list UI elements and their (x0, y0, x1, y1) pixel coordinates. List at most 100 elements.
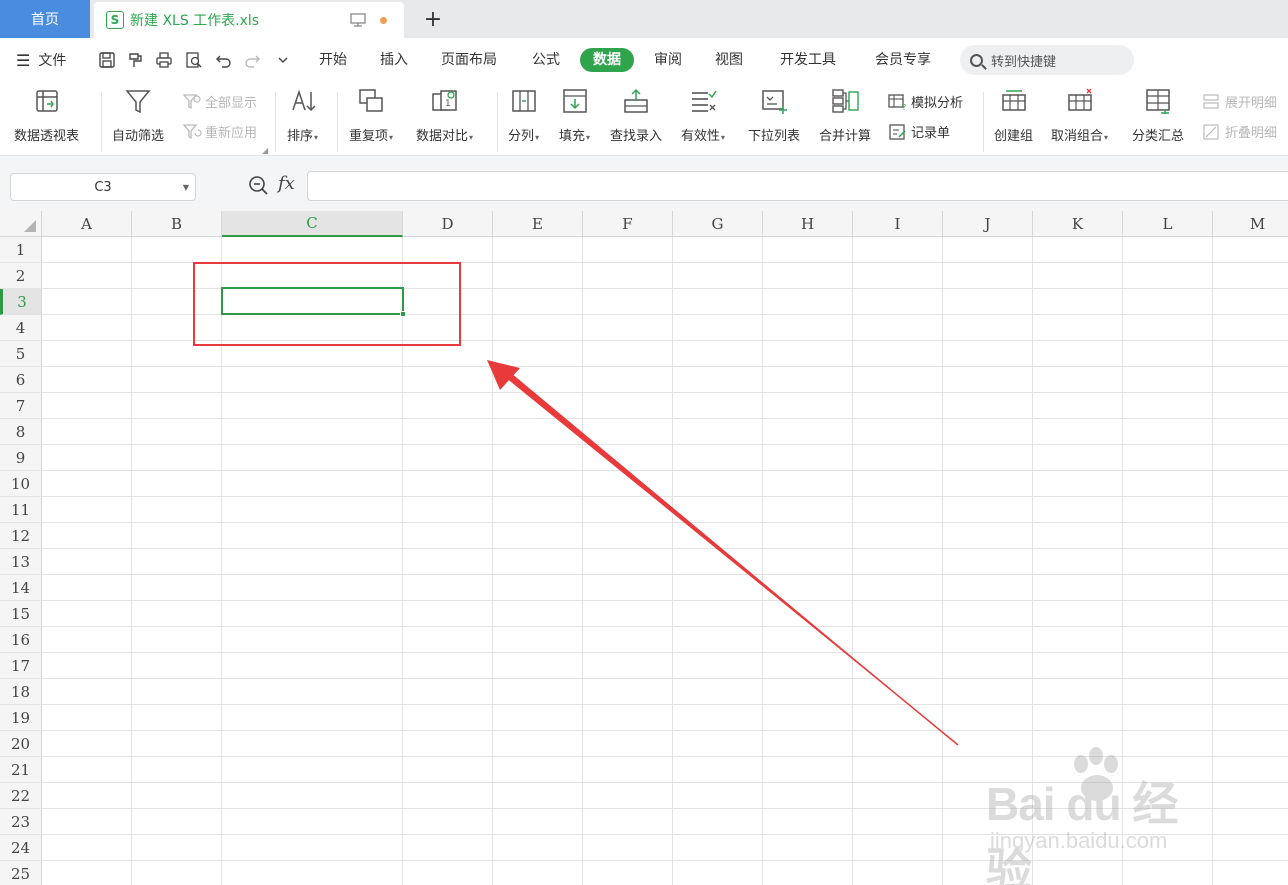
expand-detail-icon (1203, 93, 1219, 109)
row-header-24[interactable]: 24 (0, 835, 42, 861)
print-preview-icon[interactable] (183, 50, 205, 70)
pivot-table-icon (32, 86, 62, 116)
column-header-i[interactable]: I (853, 211, 943, 237)
fill-button[interactable]: 填充▾ (559, 86, 590, 144)
unsaved-dot-icon[interactable] (380, 17, 387, 24)
validity-label: 有效性▾ (681, 129, 726, 144)
grid-row-line (42, 496, 1288, 497)
formula-input[interactable] (307, 171, 1288, 201)
zoom-search-icon[interactable] (248, 175, 268, 195)
undo-icon[interactable] (213, 50, 235, 70)
command-search[interactable]: 转到快捷键 (960, 45, 1134, 75)
row-header-5[interactable]: 5 (0, 341, 42, 367)
ungroup-label: 取消组合▾ (1051, 129, 1109, 144)
row-header-16[interactable]: 16 (0, 627, 42, 653)
split-column-button[interactable]: 分列▾ (508, 86, 539, 144)
column-header-d[interactable]: D (403, 211, 493, 237)
sort-button[interactable]: 排序▾ (287, 86, 318, 144)
column-header-m[interactable]: M (1213, 211, 1288, 237)
tab-insert[interactable]: 插入 (380, 50, 408, 70)
expand-detail-button[interactable]: 展开明细 (1202, 92, 1277, 111)
row-header-4[interactable]: 4 (0, 315, 42, 341)
row-header-18[interactable]: 18 (0, 679, 42, 705)
consolidate-button[interactable]: 合并计算 (819, 86, 871, 144)
tab-page-layout[interactable]: 页面布局 (441, 50, 497, 70)
customize-toolbar-icon[interactable] (272, 50, 294, 70)
tab-member[interactable]: 会员专享 (875, 50, 931, 70)
record-form-button[interactable]: 记录单 (888, 122, 950, 141)
row-header-21[interactable]: 21 (0, 757, 42, 783)
column-header-h[interactable]: H (763, 211, 853, 237)
file-menu-button[interactable]: ☰ 文件 (16, 50, 66, 70)
tab-view[interactable]: 视图 (715, 50, 743, 70)
row-header-22[interactable]: 22 (0, 783, 42, 809)
data-compare-button[interactable]: 1 数据对比▾ (416, 86, 473, 144)
row-header-14[interactable]: 14 (0, 575, 42, 601)
auto-filter-button[interactable]: 自动筛选 (112, 86, 164, 144)
row-header-15[interactable]: 15 (0, 601, 42, 627)
validity-button[interactable]: 有效性▾ (681, 86, 725, 144)
column-header-k[interactable]: K (1033, 211, 1123, 237)
chevron-down-icon[interactable]: ▼ (183, 183, 189, 192)
show-all-button[interactable]: 全部显示 (182, 92, 257, 111)
formula-bar: C3 ▼ fx (0, 156, 1288, 211)
tab-document[interactable]: S 新建 XLS 工作表.xls (94, 2, 404, 38)
column-header-g[interactable]: G (673, 211, 763, 237)
ungroup-button[interactable]: 取消组合▾ (1051, 86, 1108, 144)
dialog-launcher-icon[interactable]: ◢ (262, 146, 268, 155)
row-header-1[interactable]: 1 (0, 237, 42, 263)
collapse-detail-button[interactable]: 折叠明细 (1202, 122, 1277, 141)
subtotal-button[interactable]: 分类汇总 (1132, 86, 1184, 144)
row-header-25[interactable]: 25 (0, 861, 42, 885)
row-header-19[interactable]: 19 (0, 705, 42, 731)
row-header-12[interactable]: 12 (0, 523, 42, 549)
row-header-8[interactable]: 8 (0, 419, 42, 445)
watermark-brand: Bai du 经验 (986, 778, 1178, 885)
column-header-j[interactable]: J (943, 211, 1033, 237)
row-header-2[interactable]: 2 (0, 263, 42, 289)
print-icon[interactable] (153, 50, 175, 70)
row-header-3[interactable]: 3 (0, 289, 42, 315)
new-tab-button[interactable]: + (420, 6, 446, 32)
reapply-button[interactable]: 重新应用 (182, 122, 257, 141)
monitor-icon[interactable] (350, 13, 366, 27)
duplicates-button[interactable]: 重复项▾ (349, 86, 393, 144)
tab-data[interactable]: 数据 (580, 48, 634, 72)
column-header-e[interactable]: E (493, 211, 583, 237)
grid-row-line (42, 600, 1288, 601)
row-header-23[interactable]: 23 (0, 809, 42, 835)
filter-icon (123, 86, 153, 116)
column-header-l[interactable]: L (1123, 211, 1213, 237)
name-box[interactable]: C3 ▼ (10, 173, 196, 201)
column-header-a[interactable]: A (42, 211, 132, 237)
tab-formulas[interactable]: 公式 (532, 50, 560, 70)
lookup-entry-button[interactable]: 查找录入 (610, 86, 662, 144)
tab-home[interactable]: 首页 (0, 0, 90, 38)
format-painter-icon[interactable] (124, 50, 146, 70)
column-header-c[interactable]: C (222, 211, 403, 237)
row-header-7[interactable]: 7 (0, 393, 42, 419)
dropdown-list-button[interactable]: 下拉列表 (748, 86, 800, 144)
row-header-17[interactable]: 17 (0, 653, 42, 679)
column-header-b[interactable]: B (132, 211, 222, 237)
menu-bar: ☰ 文件 开始 插入 页面布局 公式 数据 审阅 视图 开发工具 会员专享 转到… (0, 38, 1288, 82)
tab-start[interactable]: 开始 (319, 50, 347, 70)
insert-function-button[interactable]: fx (278, 173, 295, 194)
row-header-13[interactable]: 13 (0, 549, 42, 575)
tab-review[interactable]: 审阅 (654, 50, 682, 70)
save-icon[interactable] (96, 50, 118, 70)
what-if-analysis-button[interactable]: ? 模拟分析 (888, 92, 963, 111)
select-all-corner[interactable] (0, 211, 42, 237)
row-header-11[interactable]: 11 (0, 497, 42, 523)
pivot-table-button[interactable]: 数据透视表 (14, 86, 79, 144)
create-group-button[interactable]: 创建组 (994, 86, 1033, 144)
tab-developer[interactable]: 开发工具 (780, 50, 836, 70)
column-header-f[interactable]: F (583, 211, 673, 237)
row-header-6[interactable]: 6 (0, 367, 42, 393)
hamburger-icon: ☰ (16, 50, 31, 70)
redo-icon[interactable] (241, 50, 263, 70)
row-header-10[interactable]: 10 (0, 471, 42, 497)
row-header-20[interactable]: 20 (0, 731, 42, 757)
watermark-url: jingyan.baidu.com (990, 828, 1168, 853)
row-header-9[interactable]: 9 (0, 445, 42, 471)
